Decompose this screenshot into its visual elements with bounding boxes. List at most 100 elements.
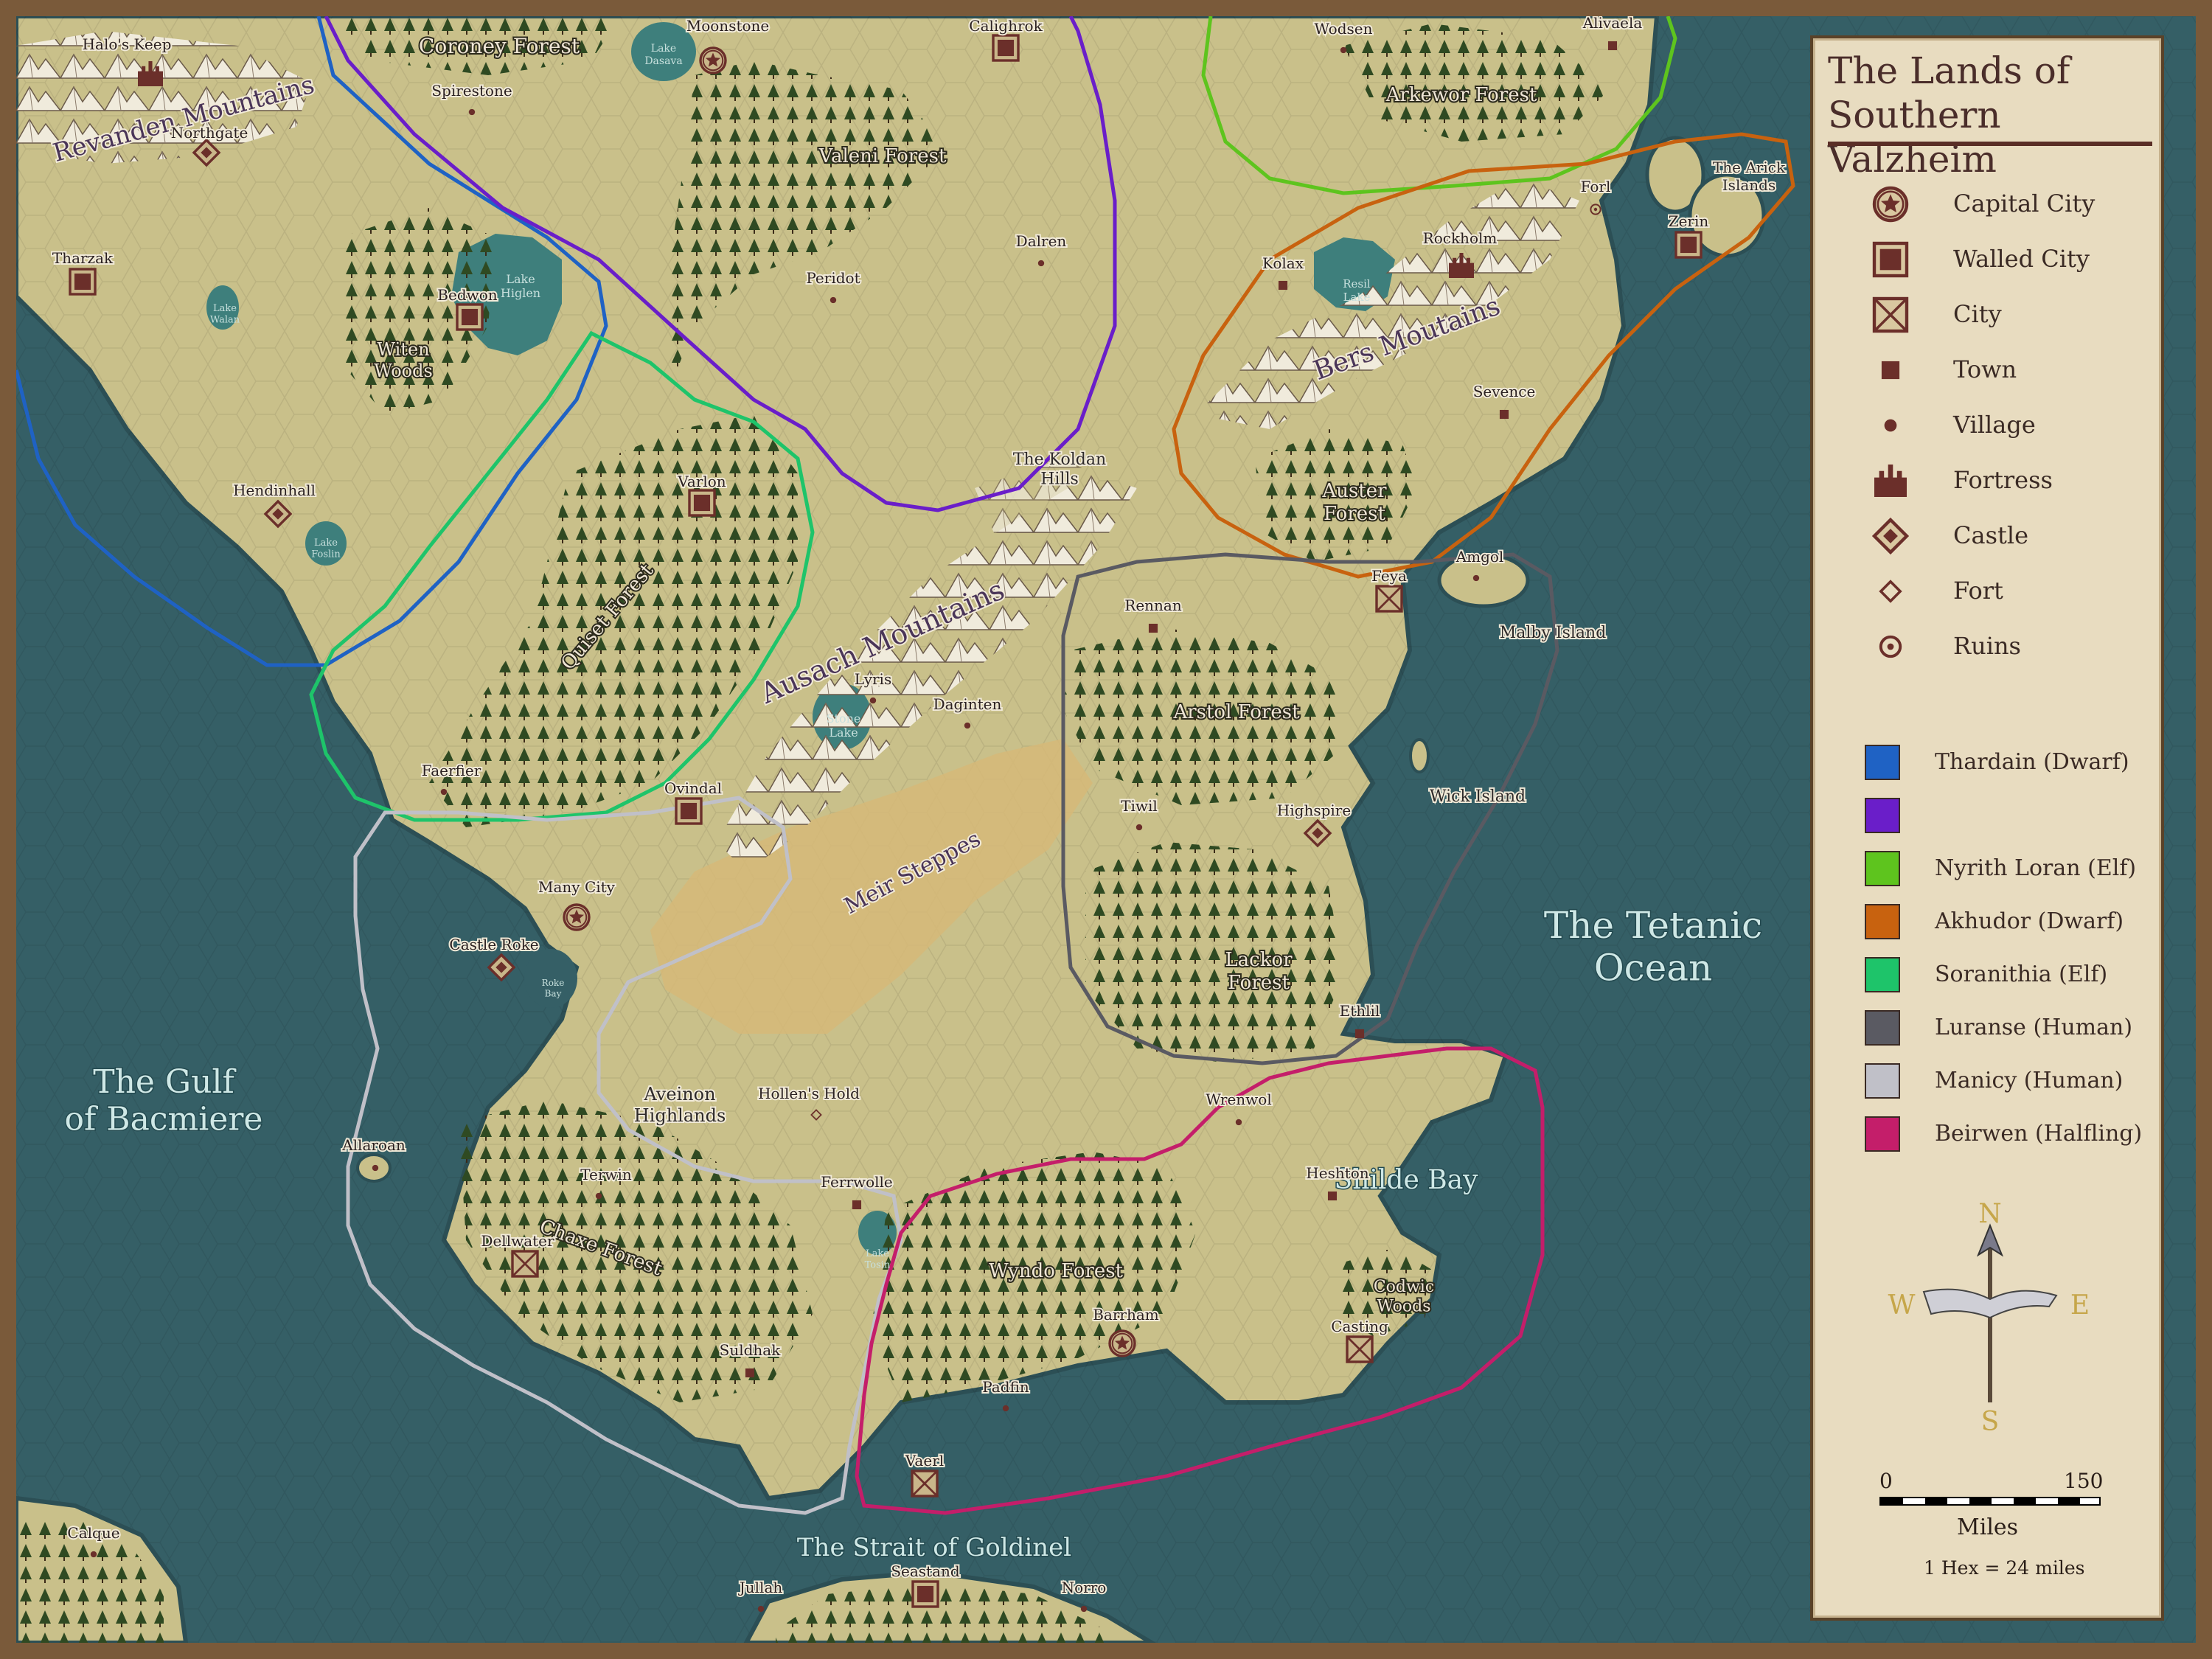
settlement-marker-vaerl: [911, 1470, 939, 1498]
legend-symbol-fortress: Fortress: [1813, 459, 2167, 503]
legend-symbol-city: City: [1813, 293, 2167, 337]
settlement-label-zerin: Zerin: [1669, 212, 1709, 230]
settlement-label-norro: Norro: [1062, 1579, 1107, 1596]
settlement-marker-padfin: [1002, 1405, 1009, 1412]
settlement-label-dalren: Dalren: [1016, 232, 1067, 250]
polity-swatch: [1865, 798, 1900, 833]
settlement-label-alivaela: Alivaela: [1582, 16, 1643, 32]
settlement-marker-sevence: [1499, 409, 1509, 420]
settlement-marker-daginten: [964, 722, 971, 729]
legend-symbol-label: Fort: [1953, 577, 2003, 605]
settlement-marker-terwin: [595, 1192, 602, 1200]
settlement-label-calighrok: Calighrok: [969, 17, 1043, 35]
map-title: The Lands of Southern Valzheim: [1828, 49, 2070, 181]
polity-label: Thardain (Dwarf): [1935, 749, 2129, 775]
settlement-marker-feya: [1375, 585, 1403, 613]
region-label-roke-bay: Roke Bay: [542, 978, 565, 998]
compass-rose: N S W E: [1872, 1196, 2108, 1437]
polity-swatch: [1865, 1010, 1900, 1046]
region-label-witen-woods: Witen Woods: [374, 339, 433, 381]
legend-symbol-label: Castle: [1953, 521, 2029, 549]
polity-label: Beirwen (Halfling): [1935, 1121, 2143, 1147]
scale-max: 150: [2064, 1469, 2104, 1493]
settlement-marker-norro: [1080, 1605, 1088, 1613]
scale-ruler: [1879, 1497, 2101, 1506]
settlement-label-jullah: Jullah: [738, 1579, 783, 1596]
settlement-label-amgol: Amgol: [1455, 548, 1504, 566]
settlement-label-tharzak: Tharzak: [52, 249, 114, 267]
settlement-marker-kolax: [1278, 280, 1288, 291]
region-label-lake-walan: Lake Walan: [210, 303, 240, 326]
legend-symbol-village: Village: [1813, 403, 2167, 448]
settlement-marker-tiwil: [1135, 824, 1143, 831]
region-label-the-arick-islands: The Arick Islands: [1713, 159, 1786, 194]
settlement-marker-seastand: [911, 1580, 939, 1608]
legend-polity-unnamed: [1813, 792, 2167, 836]
settlement-label-highspire: Highspire: [1277, 801, 1351, 819]
lackor-forest-area: [1085, 842, 1343, 1063]
settlement-marker-dalren: [1037, 260, 1045, 267]
region-label-auster-forest: Auster Forest: [1321, 480, 1387, 525]
legend-polity-manicy-human: Manicy (Human): [1813, 1057, 2167, 1102]
settlement-label-ethlil: Ethlil: [1340, 1002, 1380, 1020]
legend-symbol-town: Town: [1813, 348, 2167, 392]
scale-min: 0: [1879, 1469, 1893, 1493]
settlement-label-northgate: Northgate: [171, 124, 248, 142]
settlement-label-sevence: Sevence: [1473, 383, 1536, 400]
settlement-marker-ethlil: [1354, 1029, 1365, 1039]
settlement-label-hendinhall: Hendinhall: [233, 481, 316, 499]
settlement-marker-spirestone: [468, 108, 476, 116]
settlement-label-castle-roke: Castle Roke: [449, 936, 538, 953]
compass-w: W: [1888, 1290, 1915, 1321]
settlement-marker-zerin: [1674, 231, 1703, 259]
region-label-the-strait-of-goldinel: The Strait of Goldinel: [797, 1533, 1071, 1562]
settlement-marker-faerfier: [440, 788, 448, 796]
settlement-marker-wrenwol: [1235, 1119, 1242, 1126]
polity-label: Soranithia (Elf): [1935, 961, 2108, 987]
region-label-the-gulf-of-bacmiere: The Gulf of Bacmiere: [65, 1063, 263, 1138]
settlement-marker-ferrwolle: [852, 1200, 862, 1210]
settlement-label-calque: Calque: [67, 1524, 119, 1542]
polity-swatch: [1865, 1063, 1900, 1099]
settlement-marker-jullah: [757, 1605, 765, 1613]
legend-symbol-fort: Fort: [1813, 569, 2167, 613]
region-label-aveinon-highlands: Aveinon Highlands: [634, 1084, 726, 1126]
compass-n: N: [1978, 1199, 2002, 1229]
settlement-label-dellwater: Dellwater: [481, 1232, 554, 1250]
compass-s: S: [1981, 1407, 2000, 1432]
region-label-lake-foslin: Lake Foslin: [311, 538, 341, 560]
settlement-label-wodsen: Wodsen: [1314, 20, 1372, 38]
walled-city-icon: [1865, 237, 1916, 282]
legend-symbol-castle: Castle: [1813, 514, 2167, 558]
fortress-icon: [1865, 459, 1916, 503]
settlement-label-forl: Forl: [1581, 178, 1611, 195]
settlement-marker-amgol: [1472, 574, 1480, 582]
legend-panel: The Lands of Southern Valzheim Capital C…: [1810, 35, 2164, 1621]
settlement-label-padfin: Padfin: [982, 1378, 1029, 1396]
settlement-marker-dellwater: [511, 1250, 539, 1278]
settlement-marker-allaroan: [372, 1164, 379, 1172]
capital-city-icon: [1865, 182, 1916, 226]
settlement-label-barrham: Barrham: [1093, 1306, 1159, 1324]
settlement-marker-peridot: [830, 296, 837, 304]
settlement-marker-ovindal: [675, 797, 703, 825]
region-label-coroney-forest: Coroney Forest: [419, 34, 580, 58]
settlement-label-casting: Casting: [1331, 1318, 1388, 1335]
settlement-label-feya: Feya: [1371, 567, 1407, 585]
settlement-marker-varlon: [688, 489, 716, 517]
wick-island: [1409, 738, 1430, 773]
settlement-label-peridot: Peridot: [806, 269, 860, 287]
legend-symbol-label: Capital City: [1953, 189, 2096, 218]
legend-symbol-walled-city: Walled City: [1813, 237, 2167, 282]
legend-polity-soranithia-elf: Soranithia (Elf): [1813, 951, 2167, 995]
settlement-marker-wodsen: [1340, 46, 1347, 54]
legend-polity-nyrith-loran-elf: Nyrith Loran (Elf): [1813, 845, 2167, 889]
settlement-label-lyris: Lyris: [855, 670, 891, 688]
region-label-lake-tosin: Lake Tosin: [865, 1248, 891, 1271]
legend-symbol-label: Village: [1953, 411, 2036, 439]
polity-label: Luranse (Human): [1935, 1015, 2133, 1040]
settlement-marker-casting: [1346, 1335, 1374, 1363]
region-label-arkewor-forest: Arkewor Forest: [1385, 84, 1537, 106]
settlement-marker-moonstone: [699, 46, 727, 74]
settlement-label-varlon: Varlon: [677, 473, 726, 490]
